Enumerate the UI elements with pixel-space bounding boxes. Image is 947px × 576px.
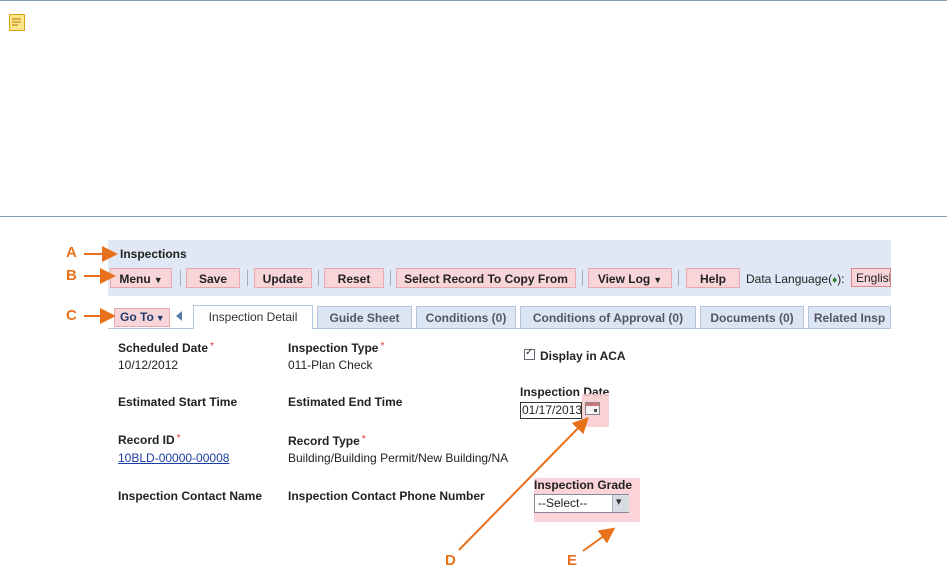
callout-arrows	[84, 246, 616, 552]
callout-e-arrow	[582, 527, 616, 552]
callout-a: A	[66, 244, 77, 261]
callout-c: C	[66, 307, 77, 324]
callout-d: D	[445, 552, 456, 569]
callout-d-arrow	[458, 417, 589, 551]
callout-e: E	[567, 552, 578, 569]
callout-b: B	[66, 267, 77, 284]
